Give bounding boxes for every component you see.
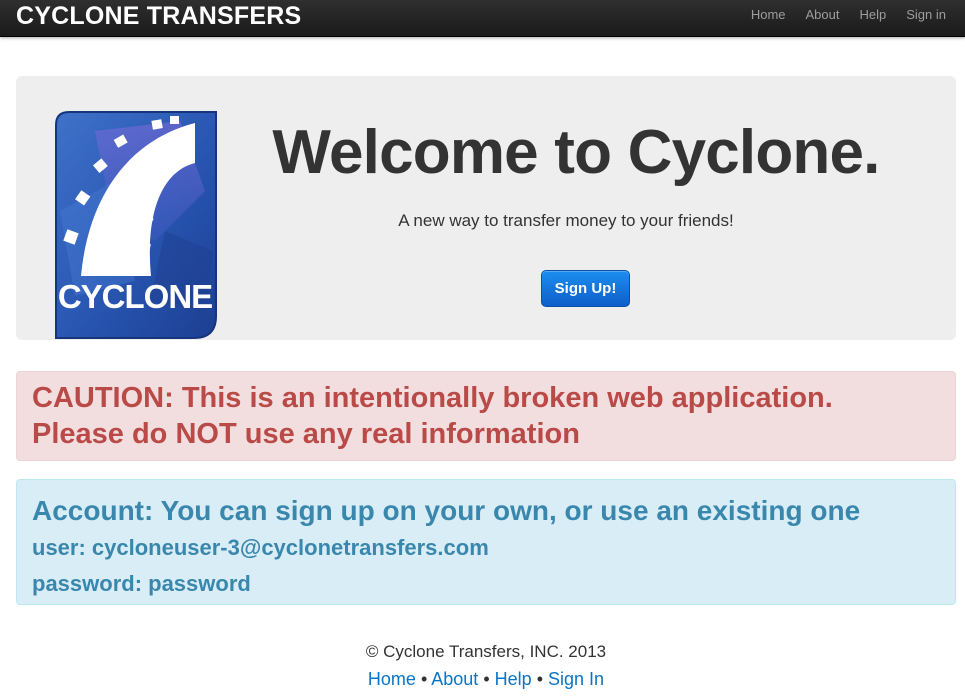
footer-about-link[interactable]: About [431, 669, 478, 689]
hero-title: Welcome to Cyclone. [272, 118, 880, 187]
signup-button[interactable]: Sign Up! [541, 270, 630, 307]
account-heading: Account: You can sign up on your own, or… [32, 495, 861, 526]
footer-help-link[interactable]: Help [495, 669, 532, 689]
footer-separator: • [536, 669, 544, 689]
nav-signin-link[interactable]: Sign in [896, 0, 946, 30]
cyclone-logo: CYCLONE [55, 111, 217, 339]
caution-alert: CAUTION: This is an intentionally broken… [16, 371, 956, 461]
account-info-alert: Account: You can sign up on your own, or… [16, 479, 956, 605]
footer-nav: Home • About • Help • Sign In [0, 667, 965, 691]
nav-home-link[interactable]: Home [741, 0, 796, 30]
caution-line-1: CAUTION: This is an intentionally broken… [32, 382, 833, 414]
hero-subtitle: A new way to transfer money to your frie… [398, 211, 734, 230]
caution-line-2: Please do NOT use any real information [32, 418, 580, 450]
footer-separator: • [420, 669, 428, 689]
footer-copyright: © Cyclone Transfers, INC. 2013 [365, 642, 607, 661]
footer-signin-link[interactable]: Sign In [548, 669, 604, 689]
nav-about-link[interactable]: About [796, 0, 850, 30]
nav-help-link[interactable]: Help [850, 0, 897, 30]
top-navbar: CYCLONE TRANSFERS Home About Help Sign i… [0, 0, 965, 37]
hero-unit: CYCLONE Welcome to Cyclone. A new way to… [16, 76, 956, 340]
footer-separator: • [483, 669, 490, 689]
brand-logo-text[interactable]: CYCLONE TRANSFERS [16, 1, 301, 31]
account-user: user: cycloneuser-3@cyclonetransfers.com [32, 535, 489, 560]
footer-home-link[interactable]: Home [368, 669, 416, 689]
account-password: password: password [32, 571, 251, 596]
nav-menu: Home About Help Sign in [741, 0, 946, 30]
logo-wordmark: CYCLONE [58, 278, 212, 315]
